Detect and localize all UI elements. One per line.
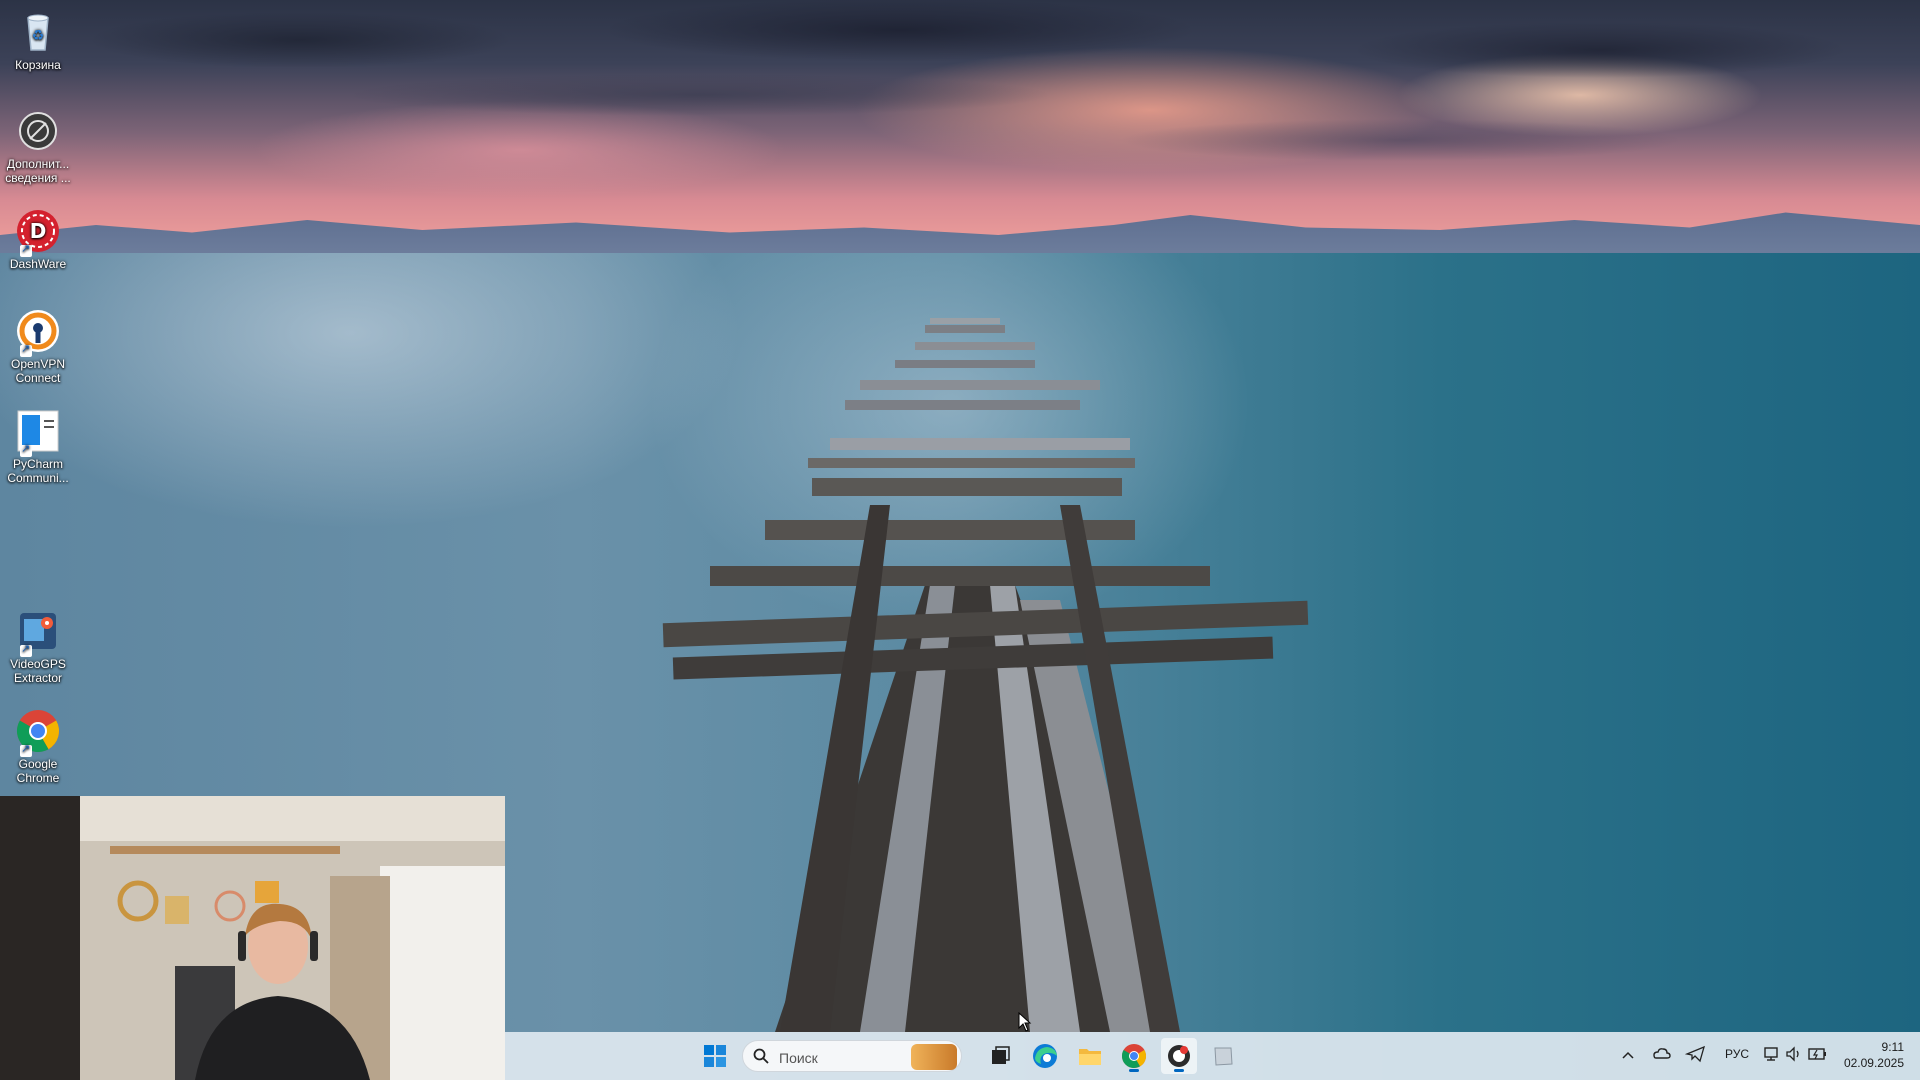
desktop-icon-recycle-bin[interactable]: ♻ Корзина [0,8,76,72]
clock-time: 9:11 [1881,1040,1904,1054]
taskbar-chrome[interactable] [1116,1038,1152,1074]
shortcut-arrow-icon [20,242,32,257]
running-indicator [1174,1069,1184,1072]
speaker-icon [1786,1046,1799,1062]
taskbar-search-box[interactable] [742,1040,962,1072]
desktop-icon-pycharm[interactable]: PyCharm Communi... [0,407,76,485]
recycle-bin-icon: ♻ [14,8,62,56]
desktop-icon-label: Корзина [15,58,61,72]
file-explorer-icon [1079,1049,1101,1065]
mouse-cursor-icon [1018,1012,1032,1032]
search-icon [753,1048,769,1064]
cloud-sync-icon [1653,1048,1671,1059]
taskbar-recording-app[interactable] [1161,1038,1197,1074]
videogps-icon [14,607,62,657]
svg-text:♻: ♻ [32,28,45,44]
taskbar-edge[interactable] [1027,1038,1063,1074]
desktop-icon-videogps[interactable]: VideoGPS Extractor [0,607,76,685]
dashware-icon: D [14,207,62,257]
tray-battery[interactable] [1807,1044,1829,1068]
shortcut-arrow-icon [20,742,32,757]
desktop-icon-additional-info[interactable]: Дополнит... сведения ... [0,107,76,185]
desktop-icon-label: Google Chrome [16,757,60,785]
network-icon [1764,1047,1778,1061]
search-highlight-image [911,1044,957,1070]
tray-clock[interactable]: 9:11 02.09.2025 [1844,1039,1904,1071]
svg-text:D: D [30,219,47,243]
chrome-icon [14,707,62,757]
desktop-icon-label: PyCharm Communi... [7,457,69,485]
show-hidden-icons-button[interactable] [1621,1045,1635,1069]
desktop-icon-label: OpenVPN Connect [10,357,66,385]
webcam-video-frame [0,796,505,1080]
taskbar-notes-app[interactable] [1205,1038,1241,1074]
telegram-icon [1684,1045,1705,1063]
task-view-icon [992,1046,1010,1064]
notes-app-icon [1214,1047,1233,1066]
pycharm-icon [14,407,62,457]
tray-telegram[interactable] [1684,1044,1707,1068]
tray-volume[interactable] [1785,1044,1803,1068]
tray-language-indicator[interactable]: РУС [1725,1047,1749,1071]
task-view-button[interactable] [982,1038,1018,1074]
shortcut-arrow-icon [20,342,32,357]
shortcut-arrow-icon [20,642,32,657]
webcam-overlay [0,796,505,1080]
taskbar: РУС 9:11 02.09.2025 [505,1032,1920,1080]
battery-charging-icon [1808,1048,1826,1060]
desktop-icon-google-chrome[interactable]: Google Chrome [0,707,76,785]
desktop-icon-label: VideoGPS Extractor [10,657,66,685]
chevron-up-icon [1622,1051,1634,1059]
openvpn-icon [14,307,62,357]
desktop-icon-label: Дополнит... сведения ... [5,157,71,185]
tray-onedrive[interactable] [1652,1044,1672,1068]
edge-icon [1033,1044,1057,1068]
search-input[interactable] [777,1047,921,1069]
start-button[interactable] [697,1038,733,1074]
desktop-icon-openvpn[interactable]: OpenVPN Connect [0,307,76,385]
clock-date: 02.09.2025 [1843,1056,1904,1070]
taskbar-file-explorer[interactable] [1072,1038,1108,1074]
desktop-icon-dashware[interactable]: D DashWare [0,207,76,271]
tray-network[interactable] [1763,1044,1781,1068]
additional-info-icon [14,107,62,155]
shortcut-arrow-icon [20,442,32,457]
running-indicator [1129,1069,1139,1072]
desktop-icon-label: DashWare [9,257,67,271]
windows-start-icon [704,1045,726,1067]
